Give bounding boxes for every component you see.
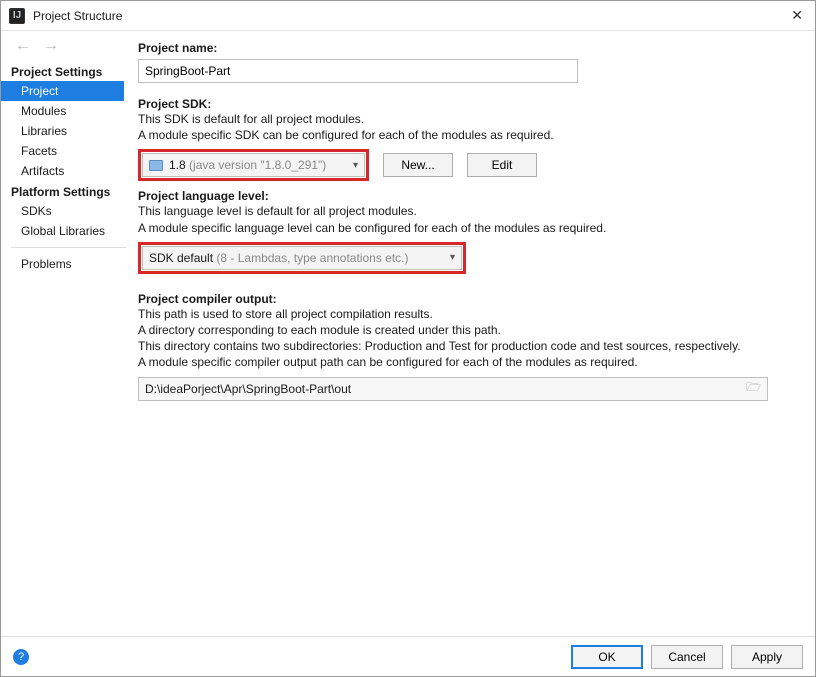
sidebar-item-libraries[interactable]: Libraries: [11, 121, 126, 141]
close-icon[interactable]: ✕: [787, 7, 807, 24]
project-name-input[interactable]: [138, 59, 578, 83]
bottom-bar: ? OK Cancel Apply: [1, 636, 815, 676]
help-icon[interactable]: ?: [13, 649, 29, 665]
folder-icon: [149, 160, 163, 171]
titlebar: IJ Project Structure ✕: [1, 1, 815, 31]
out-desc-4: A module specific compiler output path c…: [138, 354, 758, 370]
new-sdk-button[interactable]: New...: [383, 153, 453, 177]
sidebar-item-global-libraries[interactable]: Global Libraries: [11, 221, 126, 241]
apply-button[interactable]: Apply: [731, 645, 803, 669]
sidebar-item-project[interactable]: Project: [1, 81, 124, 101]
out-desc-2: A directory corresponding to each module…: [138, 322, 795, 338]
sidebar-item-modules[interactable]: Modules: [11, 101, 126, 121]
app-icon: IJ: [9, 8, 25, 24]
sdk-highlight: 1.8 (java version "1.8.0_291") ▾: [138, 149, 369, 181]
cancel-button[interactable]: Cancel: [651, 645, 723, 669]
sidebar-item-facets[interactable]: Facets: [11, 141, 126, 161]
forward-icon[interactable]: →: [43, 37, 59, 55]
lang-value: SDK default: [149, 251, 213, 265]
sdk-desc-1: This SDK is default for all project modu…: [138, 111, 795, 127]
project-name-label: Project name:: [138, 41, 795, 55]
language-level-dropdown[interactable]: SDK default (8 - Lambdas, type annotatio…: [142, 246, 462, 270]
sidebar-item-problems[interactable]: Problems: [11, 254, 126, 274]
sidebar-item-sdks[interactable]: SDKs: [11, 201, 126, 221]
project-sdk-dropdown[interactable]: 1.8 (java version "1.8.0_291") ▾: [142, 153, 365, 177]
out-desc-3: This directory contains two subdirectori…: [138, 338, 758, 354]
sidebar-section-project-settings: Project Settings: [11, 61, 126, 81]
language-level-highlight: SDK default (8 - Lambdas, type annotatio…: [138, 242, 466, 274]
sdk-hint: (java version "1.8.0_291"): [189, 158, 326, 172]
sidebar-section-platform-settings: Platform Settings: [11, 181, 126, 201]
window-title: Project Structure: [33, 9, 122, 23]
sidebar-item-artifacts[interactable]: Artifacts: [11, 161, 126, 181]
sdk-desc-2: A module specific SDK can be configured …: [138, 127, 795, 143]
browse-folder-icon[interactable]: 🗁: [746, 378, 761, 399]
compiler-output-path-text: D:\ideaPorject\Apr\SpringBoot-Part\out: [145, 382, 351, 396]
edit-sdk-button[interactable]: Edit: [467, 153, 537, 177]
lang-desc-2: A module specific language level can be …: [138, 220, 795, 236]
compiler-output-label: Project compiler output:: [138, 292, 795, 306]
compiler-output-path-input[interactable]: D:\ideaPorject\Apr\SpringBoot-Part\out 🗁: [138, 377, 768, 401]
sdk-value: 1.8: [169, 158, 186, 172]
project-sdk-label: Project SDK:: [138, 97, 795, 111]
lang-desc-1: This language level is default for all p…: [138, 203, 795, 219]
chevron-down-icon: ▾: [450, 252, 455, 263]
lang-hint: (8 - Lambdas, type annotations etc.): [216, 251, 408, 265]
content-pane: Project name: Project SDK: This SDK is d…: [126, 31, 815, 636]
back-icon[interactable]: ←: [15, 37, 31, 55]
ok-button[interactable]: OK: [571, 645, 643, 669]
language-level-label: Project language level:: [138, 189, 795, 203]
sidebar: ← → Project Settings Project Modules Lib…: [1, 31, 126, 636]
chevron-down-icon: ▾: [353, 160, 358, 171]
out-desc-1: This path is used to store all project c…: [138, 306, 795, 322]
nav-arrows: ← →: [11, 37, 126, 61]
